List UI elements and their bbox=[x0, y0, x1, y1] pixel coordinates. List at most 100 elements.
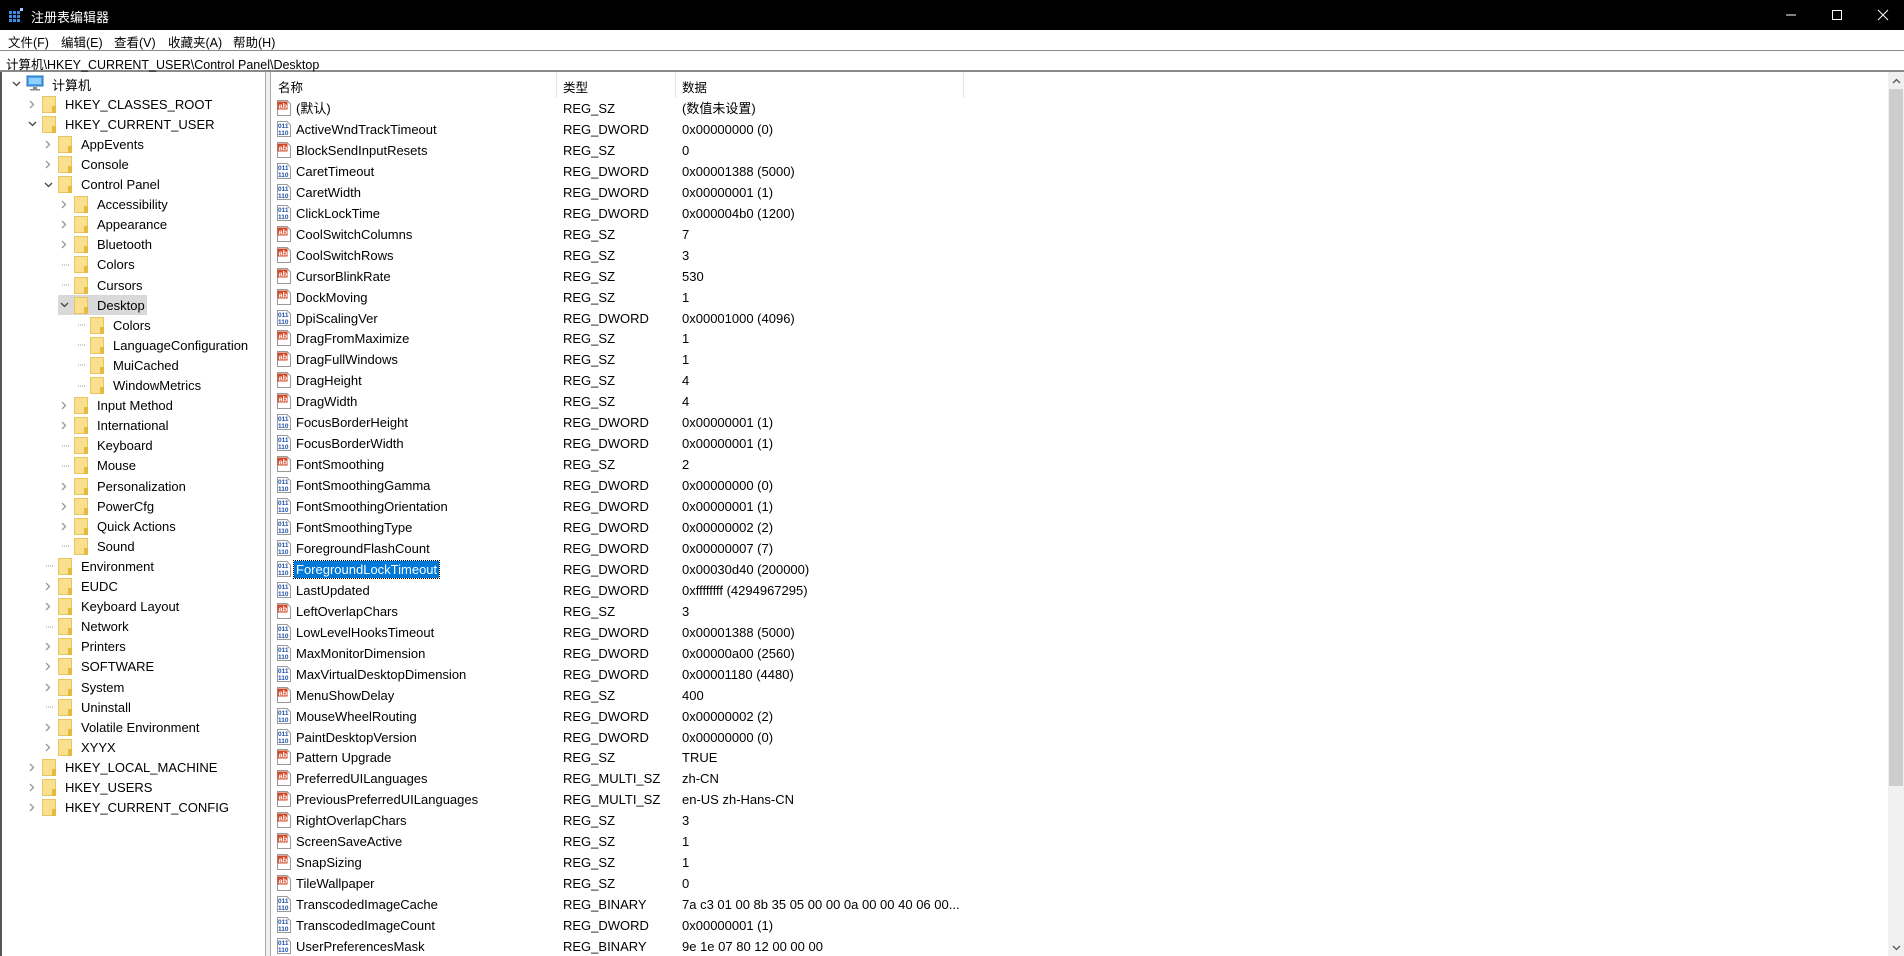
chevron-down-icon[interactable] bbox=[10, 78, 22, 90]
chevron-right-icon[interactable] bbox=[42, 138, 54, 150]
tree-node[interactable]: Mouse bbox=[58, 456, 138, 476]
column-separator[interactable] bbox=[963, 72, 964, 98]
value-row[interactable]: 011 110 MaxMonitorDimension REG_DWORD 0x0000… bbox=[271, 643, 1888, 664]
tree-node[interactable]: AppEvents bbox=[42, 134, 146, 154]
tree-node[interactable]: System bbox=[42, 677, 126, 697]
chevron-down-icon[interactable] bbox=[58, 299, 70, 311]
value-row[interactable]: 011 110 FontSmoothingType REG_DWORD 0x000000… bbox=[271, 517, 1888, 538]
chevron-right-icon[interactable] bbox=[26, 802, 38, 814]
scroll-thumb[interactable] bbox=[1889, 89, 1903, 786]
tree-node[interactable]: Environment bbox=[42, 556, 156, 576]
value-row[interactable]: ab SnapSizing REG_SZ 1 bbox=[271, 852, 1888, 873]
chevron-right-icon[interactable] bbox=[42, 681, 54, 693]
chevron-right-icon[interactable] bbox=[26, 98, 38, 110]
tree-node[interactable]: Network bbox=[42, 617, 131, 637]
close-button[interactable] bbox=[1860, 0, 1904, 30]
tree-node[interactable]: PowerCfg bbox=[58, 496, 156, 516]
chevron-right-icon[interactable] bbox=[58, 500, 70, 512]
value-row[interactable]: 011 110 FontSmoothingGamma REG_DWORD 0x00000… bbox=[271, 475, 1888, 496]
chevron-down-icon[interactable] bbox=[42, 179, 54, 191]
tree-node[interactable]: Keyboard Layout bbox=[42, 597, 181, 617]
tree-node[interactable]: Bluetooth bbox=[58, 235, 154, 255]
value-row[interactable]: 011 110 TranscodedImageCount REG_DWORD 0x000… bbox=[271, 915, 1888, 936]
chevron-right-icon[interactable] bbox=[26, 782, 38, 794]
tree-node[interactable]: Colors bbox=[58, 255, 137, 275]
scroll-down-button[interactable] bbox=[1888, 939, 1904, 956]
chevron-right-icon[interactable] bbox=[26, 761, 38, 773]
tree-node[interactable]: Appearance bbox=[58, 215, 169, 235]
value-row[interactable]: 011 110 ClickLockTime REG_DWORD 0x000004b0 (… bbox=[271, 203, 1888, 224]
tree-node[interactable]: Accessibility bbox=[58, 195, 170, 215]
value-row[interactable]: ab LeftOverlapChars REG_SZ 3 bbox=[271, 601, 1888, 622]
tree-node[interactable]: HKEY_CURRENT_USER bbox=[26, 114, 217, 134]
chevron-right-icon[interactable] bbox=[42, 601, 54, 613]
column-type[interactable]: 类型 bbox=[563, 77, 588, 96]
tree-node[interactable]: HKEY_LOCAL_MACHINE bbox=[26, 757, 219, 777]
tree-node[interactable]: Sound bbox=[58, 536, 137, 556]
value-row[interactable]: ab MenuShowDelay REG_SZ 400 bbox=[271, 685, 1888, 706]
tree-node[interactable]: Printers bbox=[42, 637, 128, 657]
chevron-right-icon[interactable] bbox=[58, 400, 70, 412]
tree-node[interactable]: 计算机 bbox=[10, 74, 93, 94]
value-row[interactable]: ab CursorBlinkRate REG_SZ 530 bbox=[271, 266, 1888, 287]
value-row[interactable]: ab RightOverlapChars REG_SZ 3 bbox=[271, 810, 1888, 831]
value-row[interactable]: 011 110 LastUpdated REG_DWORD 0xffffffff (42… bbox=[271, 580, 1888, 601]
vertical-scrollbar[interactable] bbox=[1888, 72, 1904, 956]
tree-node[interactable]: EUDC bbox=[42, 577, 120, 597]
value-row[interactable]: 011 110 MaxVirtualDesktopDimension REG_DWOR… bbox=[271, 664, 1888, 685]
value-row[interactable]: 011 110 FontSmoothingOrientation REG_DWORD 0… bbox=[271, 496, 1888, 517]
tree-node[interactable]: HKEY_USERS bbox=[26, 778, 154, 798]
scroll-up-button[interactable] bbox=[1888, 72, 1904, 89]
chevron-right-icon[interactable] bbox=[42, 158, 54, 170]
value-row[interactable]: ab Pattern Upgrade REG_SZ TRUE bbox=[271, 747, 1888, 768]
menu-edit[interactable]: 编辑(E) bbox=[61, 32, 103, 51]
value-row[interactable]: ab DragHeight REG_SZ 4 bbox=[271, 370, 1888, 391]
value-row[interactable]: 011 110 FocusBorderHeight REG_DWORD 0x000000… bbox=[271, 412, 1888, 433]
value-row[interactable]: ab ScreenSaveActive REG_SZ 1 bbox=[271, 831, 1888, 852]
minimize-button[interactable] bbox=[1768, 0, 1814, 30]
chevron-right-icon[interactable] bbox=[58, 239, 70, 251]
tree-node[interactable]: HKEY_CLASSES_ROOT bbox=[26, 94, 214, 114]
value-row[interactable]: ab DragWidth REG_SZ 4 bbox=[271, 391, 1888, 412]
value-row[interactable]: ab DragFullWindows REG_SZ 1 bbox=[271, 349, 1888, 370]
chevron-right-icon[interactable] bbox=[58, 420, 70, 432]
tree-node[interactable]: International bbox=[58, 416, 171, 436]
chevron-right-icon[interactable] bbox=[58, 520, 70, 532]
tree-node[interactable]: Volatile Environment bbox=[42, 717, 202, 737]
tree-node[interactable]: Cursors bbox=[58, 275, 145, 295]
address-path[interactable]: 计算机\HKEY_CURRENT_USER\Control Panel\Desk… bbox=[6, 54, 319, 73]
value-row[interactable]: ab CoolSwitchRows REG_SZ 3 bbox=[271, 245, 1888, 266]
menu-help[interactable]: 帮助(H) bbox=[233, 32, 275, 51]
value-row[interactable]: ab FontSmoothing REG_SZ 2 bbox=[271, 454, 1888, 475]
chevron-right-icon[interactable] bbox=[42, 581, 54, 593]
value-row[interactable]: 011 110 ActiveWndTrackTimeout REG_DWORD 0x00… bbox=[271, 119, 1888, 140]
chevron-right-icon[interactable] bbox=[58, 219, 70, 231]
column-separator[interactable] bbox=[675, 72, 676, 98]
address-bar[interactable]: 计算机\HKEY_CURRENT_USER\Control Panel\Desk… bbox=[0, 50, 1904, 72]
tree-node[interactable]: Console bbox=[42, 154, 131, 174]
value-row[interactable]: 011 110 FocusBorderWidth REG_DWORD 0x0000000… bbox=[271, 433, 1888, 454]
tree-node[interactable]: SOFTWARE bbox=[42, 657, 156, 677]
value-row[interactable]: ab CoolSwitchColumns REG_SZ 7 bbox=[271, 224, 1888, 245]
chevron-down-icon[interactable] bbox=[26, 118, 38, 130]
value-row[interactable]: 011 110 TranscodedImageCache REG_BINARY 7a c… bbox=[271, 894, 1888, 915]
value-row[interactable]: 011 110 PaintDesktopVersion REG_DWORD 0x0000… bbox=[271, 727, 1888, 748]
chevron-right-icon[interactable] bbox=[42, 741, 54, 753]
column-separator[interactable] bbox=[556, 72, 557, 98]
tree-node[interactable]: LanguageConfiguration bbox=[74, 335, 250, 355]
tree-node[interactable]: Desktop bbox=[58, 295, 147, 316]
key-tree-pane[interactable]: 计算机 HKEY_CLASSES_ROOT HKEY_CURRENT_USER App… bbox=[0, 72, 266, 956]
value-row[interactable]: ab PreferredUILanguages REG_MULTI_SZ zh-CN bbox=[271, 768, 1888, 789]
chevron-right-icon[interactable] bbox=[58, 480, 70, 492]
tree-node[interactable]: Control Panel bbox=[42, 175, 162, 195]
chevron-right-icon[interactable] bbox=[42, 721, 54, 733]
value-row[interactable]: ab TileWallpaper REG_SZ 0 bbox=[271, 873, 1888, 894]
value-row[interactable]: ab DockMoving REG_SZ 1 bbox=[271, 287, 1888, 308]
value-row[interactable]: 011 110 CaretTimeout REG_DWORD 0x00001388 (5… bbox=[271, 161, 1888, 182]
tree-node[interactable]: WindowMetrics bbox=[74, 376, 203, 396]
menu-view[interactable]: 查看(V) bbox=[114, 32, 156, 51]
maximize-button[interactable] bbox=[1814, 0, 1860, 30]
value-row[interactable]: ab PreviousPreferredUILanguages REG_MULTI_… bbox=[271, 789, 1888, 810]
value-row[interactable]: 011 110 ForegroundFlashCount REG_DWORD 0x000… bbox=[271, 538, 1888, 559]
tree-node[interactable]: MuiCached bbox=[74, 355, 181, 375]
